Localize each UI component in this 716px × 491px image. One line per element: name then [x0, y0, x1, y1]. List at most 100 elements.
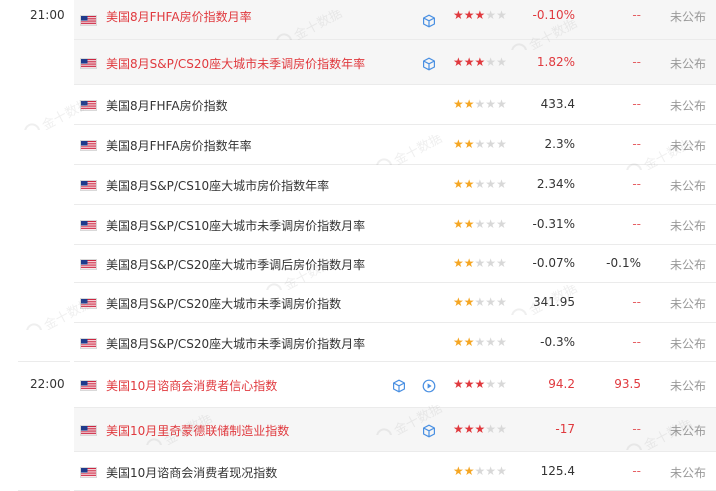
star-filled-icon: ★ [463, 55, 475, 69]
star-empty-icon: ★ [474, 295, 486, 309]
table-row[interactable]: 美国8月S&P/CS20座大城市未季调房价指数年率 ★★★★★ 1.82% -- 未公布 [0, 40, 716, 85]
importance-stars: ★★★★★ [453, 295, 507, 309]
status-label: 未公布 [669, 57, 706, 71]
star-filled-icon: ★ [453, 377, 464, 391]
star-filled-icon: ★ [474, 55, 486, 69]
table-row[interactable]: 美国8月S&P/CS20座大城市未季调房价指数 ★★★★★ 341.95 -- 未公布 [0, 283, 716, 323]
star-empty-icon: ★ [496, 335, 507, 349]
event-name[interactable]: 美国8月S&P/CS20座大城市未季调房价指数 [106, 295, 341, 312]
star-empty-icon: ★ [474, 217, 486, 231]
importance-stars: ★★★★★ [453, 256, 507, 270]
star-empty-icon: ★ [496, 177, 507, 191]
event-name[interactable]: 美国8月FHFA房价指数月率 [106, 8, 252, 25]
previous-value: -0.3% [540, 335, 575, 349]
star-filled-icon: ★ [463, 177, 475, 191]
event-name[interactable]: 美国8月S&P/CS20座大城市未季调房价指数月率 [106, 335, 365, 352]
table-row[interactable]: 美国10月里奇蒙德联储制造业指数 ★★★★★ -17 -- 未公布 [0, 408, 716, 452]
event-name[interactable]: 美国10月谘商会消费者信心指数 [106, 377, 277, 394]
importance-stars: ★★★★★ [453, 55, 507, 69]
previous-value: 433.4 [540, 97, 575, 111]
star-empty-icon: ★ [485, 97, 497, 111]
event-name[interactable]: 美国8月S&P/CS20座大城市未季调房价指数年率 [106, 55, 365, 72]
star-empty-icon: ★ [496, 377, 507, 391]
star-filled-icon: ★ [474, 422, 486, 436]
star-filled-icon: ★ [453, 422, 464, 436]
play-icon[interactable] [422, 378, 436, 393]
status-label: 未公布 [669, 219, 706, 233]
star-filled-icon: ★ [474, 8, 486, 22]
forecast-value: -- [632, 97, 641, 111]
table-row[interactable]: 美国8月FHFA房价指数年率 ★★★★★ 2.3% -- 未公布 [0, 125, 716, 165]
star-filled-icon: ★ [463, 335, 475, 349]
table-row[interactable]: 美国8月FHFA房价指数 ★★★★★ 433.4 -- 未公布 [0, 85, 716, 125]
importance-stars: ★★★★★ [453, 335, 507, 349]
event-name[interactable]: 美国8月FHFA房价指数年率 [106, 137, 252, 154]
event-name[interactable]: 美国8月S&P/CS10座大城市未季调房价指数月率 [106, 217, 365, 234]
star-empty-icon: ★ [485, 177, 497, 191]
cube-icon[interactable] [392, 378, 406, 393]
star-filled-icon: ★ [463, 217, 475, 231]
event-name[interactable]: 美国8月FHFA房价指数 [106, 97, 228, 114]
star-empty-icon: ★ [474, 97, 486, 111]
forecast-value: -- [632, 55, 641, 69]
table-row[interactable]: 美国10月谘商会消费者现况指数 ★★★★★ 125.4 -- 未公布 [0, 452, 716, 491]
status-label: 未公布 [669, 379, 706, 393]
event-name[interactable]: 美国8月S&P/CS20座大城市季调后房价指数月率 [106, 256, 365, 273]
star-empty-icon: ★ [474, 137, 486, 151]
star-filled-icon: ★ [453, 217, 464, 231]
table-row[interactable]: 22:00 美国10月谘商会消费者信心指数 ★★★★★ 94.2 93.5 未公布 [0, 362, 716, 408]
star-empty-icon: ★ [474, 177, 486, 191]
us-flag-icon [80, 259, 97, 270]
cube-icon[interactable] [422, 13, 436, 28]
status-label: 未公布 [669, 139, 706, 153]
previous-value: -0.31% [532, 217, 575, 231]
star-empty-icon: ★ [496, 256, 507, 270]
status-label: 未公布 [669, 297, 706, 311]
forecast-value: -- [632, 177, 641, 191]
cube-icon[interactable] [422, 56, 436, 71]
previous-value: 2.34% [536, 177, 575, 191]
star-empty-icon: ★ [474, 464, 486, 478]
table-row[interactable]: 美国8月S&P/CS20座大城市未季调房价指数月率 ★★★★★ -0.3% -- 未公布 [0, 323, 716, 362]
forecast-value: -0.1% [606, 256, 641, 270]
previous-value: 125.4 [540, 464, 575, 478]
star-empty-icon: ★ [474, 256, 486, 270]
status-label: 未公布 [669, 179, 706, 193]
star-empty-icon: ★ [485, 137, 497, 151]
table-row[interactable]: 美国8月S&P/CS10座大城市未季调房价指数月率 ★★★★★ -0.31% -- 未公… [0, 205, 716, 245]
star-empty-icon: ★ [485, 335, 497, 349]
cube-icon[interactable] [422, 423, 436, 438]
star-empty-icon: ★ [496, 464, 507, 478]
importance-stars: ★★★★★ [453, 217, 507, 231]
event-name[interactable]: 美国10月谘商会消费者现况指数 [106, 464, 277, 481]
table-row[interactable]: 21:00 美国8月FHFA房价指数月率 ★★★★★ -0.10% -- 未公布 [0, 0, 716, 40]
importance-stars: ★★★★★ [453, 8, 507, 22]
us-flag-icon [80, 100, 97, 111]
star-empty-icon: ★ [485, 464, 497, 478]
status-label: 未公布 [669, 258, 706, 272]
us-flag-icon [80, 380, 97, 391]
status-label: 未公布 [669, 337, 706, 351]
event-name[interactable]: 美国8月S&P/CS10座大城市房价指数年率 [106, 177, 329, 194]
event-time: 21:00 [30, 8, 65, 22]
economic-calendar: 21:00 美国8月FHFA房价指数月率 ★★★★★ -0.10% -- 未公布 美国8月S… [0, 0, 716, 491]
previous-value: 1.82% [536, 55, 575, 69]
star-filled-icon: ★ [463, 295, 475, 309]
star-empty-icon: ★ [485, 8, 497, 22]
importance-stars: ★★★★★ [453, 464, 507, 478]
forecast-value: -- [632, 137, 641, 151]
star-empty-icon: ★ [485, 422, 497, 436]
forecast-value: -- [632, 464, 641, 478]
star-empty-icon: ★ [496, 55, 507, 69]
table-row[interactable]: 美国8月S&P/CS20座大城市季调后房价指数月率 ★★★★★ -0.07% -0.1… [0, 245, 716, 283]
star-empty-icon: ★ [485, 377, 497, 391]
forecast-value: -- [632, 335, 641, 349]
us-flag-icon [80, 220, 97, 231]
table-row[interactable]: 美国8月S&P/CS10座大城市房价指数年率 ★★★★★ 2.34% -- 未公布 [0, 165, 716, 205]
previous-value: 341.95 [533, 295, 575, 309]
star-filled-icon: ★ [453, 137, 464, 151]
star-filled-icon: ★ [463, 377, 475, 391]
star-filled-icon: ★ [463, 256, 475, 270]
us-flag-icon [80, 58, 97, 69]
event-name[interactable]: 美国10月里奇蒙德联储制造业指数 [106, 422, 289, 439]
